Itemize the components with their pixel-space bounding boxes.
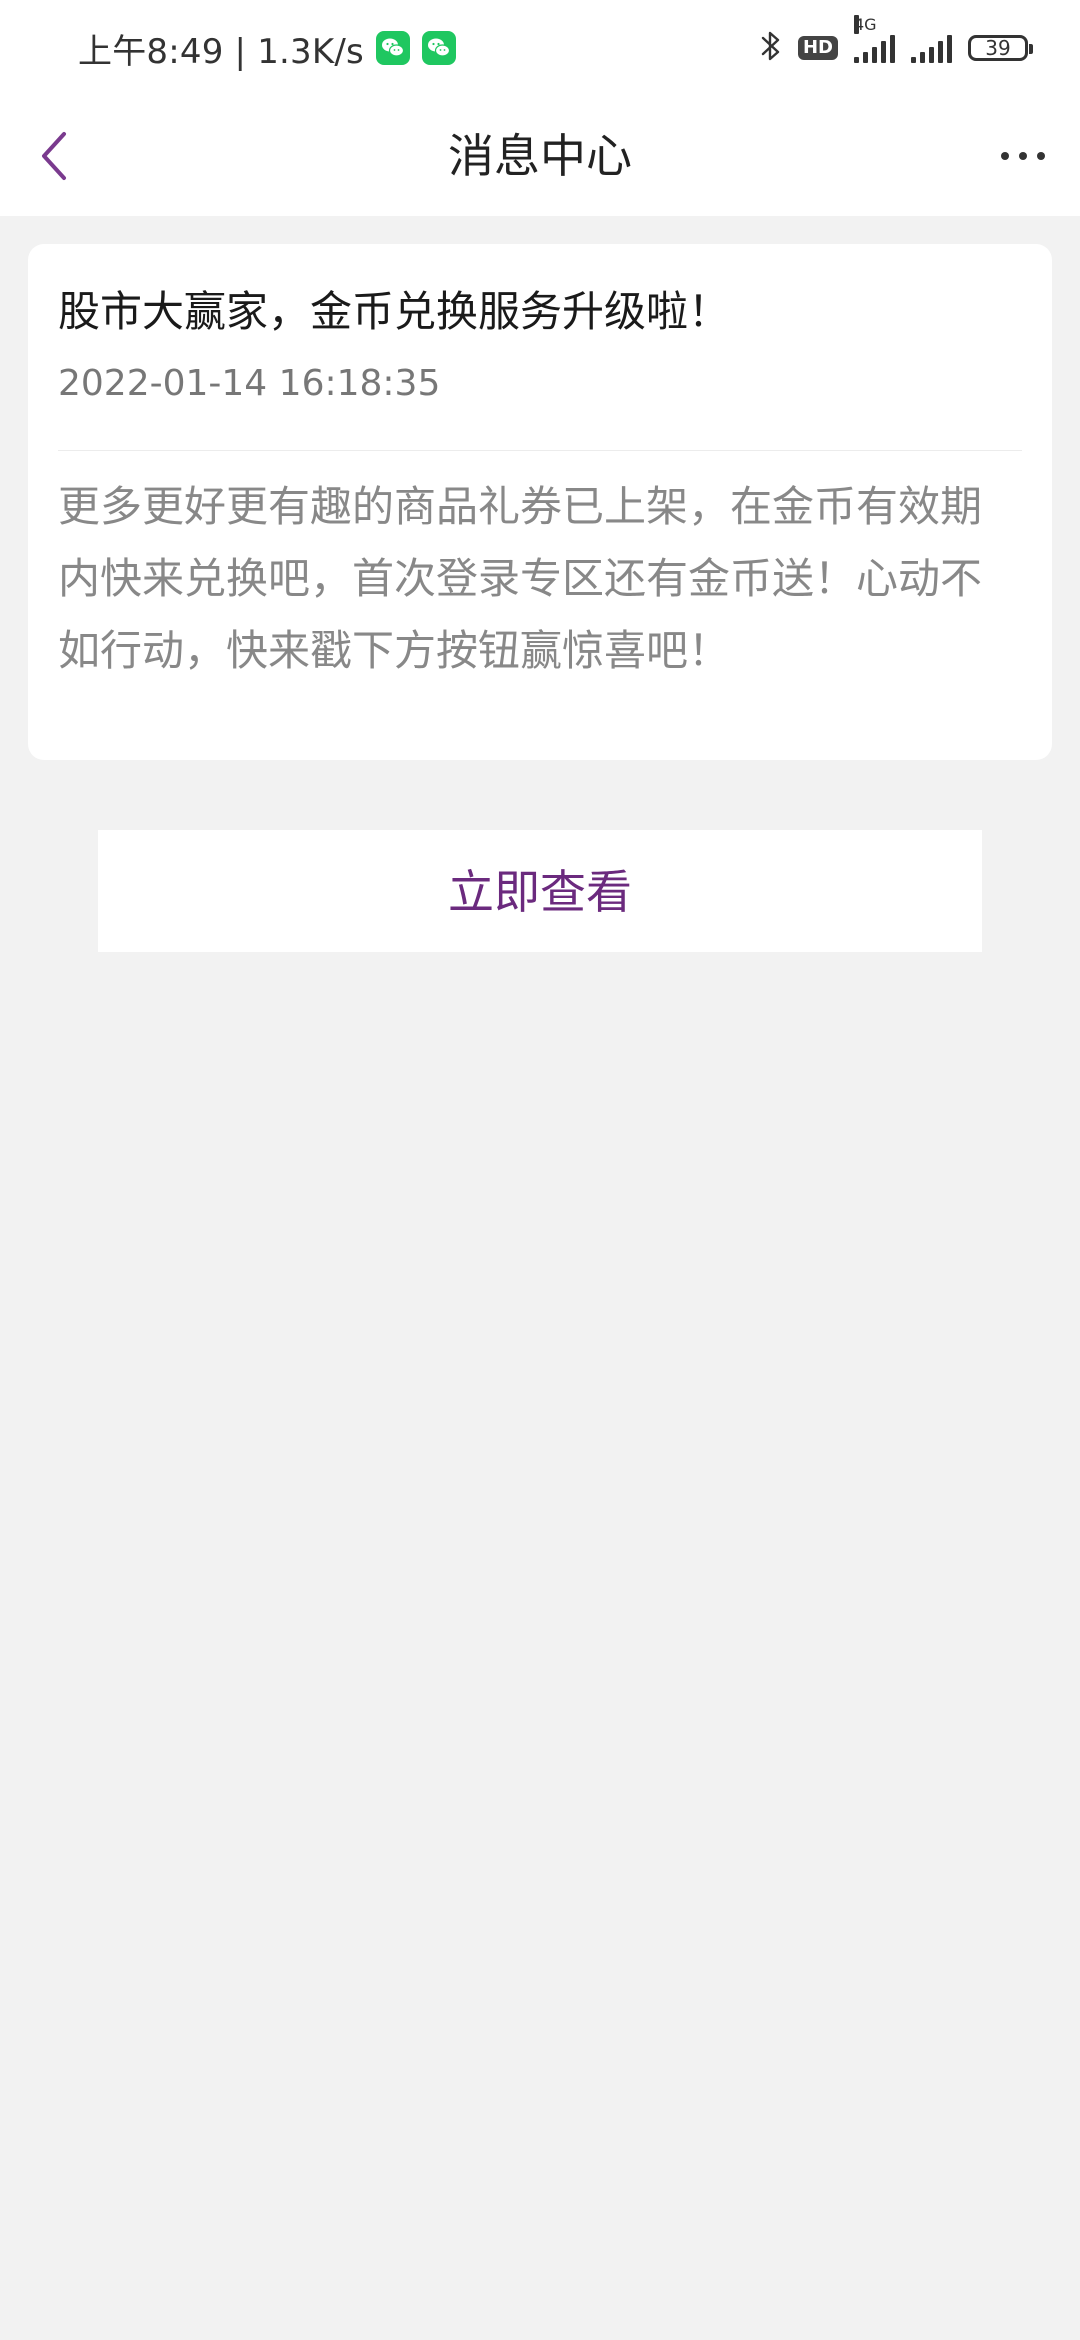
signal-4g-icon: 4G (854, 15, 895, 63)
wechat-icon (375, 31, 410, 65)
more-options-button[interactable] (978, 116, 1068, 196)
divider (58, 450, 1022, 451)
battery-icon: 39 (968, 35, 1033, 61)
wechat-icon (421, 31, 456, 65)
status-right: HD 4G 39 (760, 15, 1033, 68)
page-title: 消息中心 (448, 129, 632, 183)
battery-level: 39 (985, 36, 1011, 60)
message-body: 更多更好更有趣的商品礼券已上架，在金币有效期内快来兑换吧，首次登录专区还有金币送… (58, 482, 983, 675)
signal-icon (911, 33, 952, 63)
message-timestamp: 2022-01-14 16:18:35 (58, 363, 441, 404)
more-dot-icon (1037, 152, 1045, 160)
message-title: 股市大赢家，金币兑换服务升级啦！ (58, 287, 731, 336)
status-left: 上午8:49 | 1.3K/s (78, 24, 456, 72)
message-card: 股市大赢家，金币兑换服务升级啦！ 2022-01-14 16:18:35 更多更… (28, 244, 1052, 760)
bluetooth-icon (760, 29, 782, 67)
status-bar: 上午8:49 | 1.3K/s HD 4G 39 (0, 0, 1080, 96)
status-time-speed: 上午8:49 | 1.3K/s (78, 31, 364, 72)
view-now-button[interactable]: 立即查看 (98, 830, 982, 952)
more-dot-icon (1001, 152, 1009, 160)
network-type-label: 4G (854, 15, 877, 34)
app-header: 消息中心 (0, 96, 1080, 216)
more-dot-icon (1019, 152, 1027, 160)
hd-badge: HD (797, 36, 838, 60)
